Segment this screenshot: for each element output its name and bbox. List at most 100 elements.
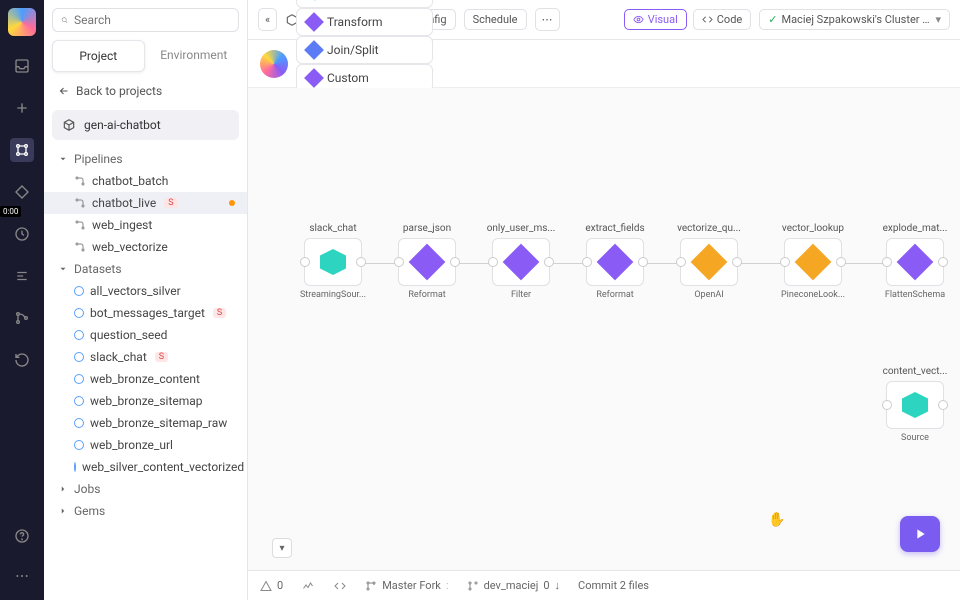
node[interactable]: parse_jsonReformat — [382, 223, 472, 300]
node-box[interactable] — [304, 238, 362, 286]
back-to-projects[interactable]: Back to projects — [44, 72, 247, 110]
arrow-left-icon — [58, 85, 70, 97]
group-pipelines[interactable]: Pipelines — [44, 148, 247, 170]
warning-icon — [260, 580, 272, 592]
schedule-button[interactable]: Schedule — [464, 9, 527, 30]
branch-dev[interactable]: dev_maciej 0 ↓ — [467, 579, 560, 592]
node-title: parse_json — [403, 223, 451, 234]
dataset-icon — [74, 396, 84, 406]
dataset-item[interactable]: web_bronze_url — [44, 434, 247, 456]
rail-pipeline-icon[interactable] — [10, 138, 34, 162]
node-title: only_user_ms... — [487, 223, 556, 234]
dataset-item[interactable]: web_silver_content_vectorized — [44, 456, 247, 478]
pipeline-icon — [74, 197, 86, 209]
pipeline-item[interactable]: web_vectorize — [44, 236, 247, 258]
branch-main[interactable]: Master Fork : — [365, 579, 448, 592]
badge: S — [213, 308, 226, 318]
tool-join-split[interactable]: Join/Split — [296, 36, 433, 64]
node[interactable]: only_user_ms...Filter — [476, 223, 566, 300]
eye-icon — [633, 14, 644, 25]
rail-text-icon[interactable] — [10, 264, 34, 288]
warnings[interactable]: 0 — [260, 579, 283, 592]
node-type: StreamingSour... — [300, 290, 366, 300]
diamond-icon — [304, 12, 324, 32]
node[interactable]: slack_chat StreamingSour... — [288, 223, 378, 300]
rail-help-icon[interactable] — [10, 524, 34, 548]
dataset-item[interactable]: web_bronze_sitemap — [44, 390, 247, 412]
rail-more-icon[interactable] — [10, 564, 34, 588]
node-box[interactable] — [784, 238, 842, 286]
dataset-item[interactable]: bot_messages_targetS — [44, 302, 247, 324]
diamond-icon — [691, 244, 728, 281]
app-logo[interactable] — [8, 8, 36, 36]
pipeline-item[interactable]: web_ingest — [44, 214, 247, 236]
group-gems[interactable]: Gems — [44, 500, 247, 522]
pipelines-label: Pipelines — [74, 152, 123, 166]
pipeline-item[interactable]: chatbot_batch — [44, 170, 247, 192]
metrics-icon[interactable] — [301, 580, 315, 592]
visual-toggle[interactable]: Visual — [624, 9, 687, 30]
code-toggle[interactable]: Code — [693, 9, 751, 30]
node[interactable]: explode_mat...FlattenSchema — [870, 223, 960, 300]
terminal-icon[interactable] — [333, 580, 347, 592]
search-input[interactable] — [74, 13, 230, 27]
rail-diamond-icon[interactable] — [10, 180, 34, 204]
chevron-down-icon — [58, 154, 68, 164]
tool-source-target[interactable]: Source/Target — [296, 0, 433, 8]
dataset-item[interactable]: question_seed — [44, 324, 247, 346]
dataset-item[interactable]: web_bronze_sitemap_raw — [44, 412, 247, 434]
rail-clock-icon[interactable] — [10, 222, 34, 246]
item-label: all_vectors_silver — [90, 284, 181, 298]
panel-toggle[interactable]: ▾ — [272, 538, 292, 558]
jobs-label: Jobs — [74, 482, 100, 496]
node-box[interactable] — [398, 238, 456, 286]
badge: S — [164, 198, 177, 208]
node-title: slack_chat — [309, 223, 356, 234]
group-jobs[interactable]: Jobs — [44, 478, 247, 500]
rail-inbox-icon[interactable] — [10, 54, 34, 78]
collapse-button[interactable]: « — [258, 8, 277, 31]
node[interactable]: vector_lookupPineconeLook... — [768, 223, 858, 300]
node-box[interactable] — [586, 238, 644, 286]
run-button[interactable] — [900, 516, 940, 552]
dataset-icon — [74, 440, 84, 450]
dataset-icon — [74, 462, 76, 472]
cluster-selector[interactable]: ✓ Maciej Szpakowski's Cluster (… ▾ — [759, 9, 950, 30]
group-datasets[interactable]: Datasets — [44, 258, 247, 280]
rail-add-icon[interactable] — [10, 96, 34, 120]
sidebar: Project Environment Back to projects gen… — [44, 0, 248, 600]
item-label: web_silver_content_vectorized — [82, 460, 244, 474]
search-box[interactable] — [52, 8, 239, 32]
node-title: explode_mat... — [883, 223, 948, 234]
dataset-item[interactable]: web_bronze_content — [44, 368, 247, 390]
chevron-down-icon — [58, 264, 68, 274]
commit-button[interactable]: Commit 2 files — [578, 579, 649, 592]
dataset-item[interactable]: slack_chatS — [44, 346, 247, 368]
node-title: extract_fields — [585, 223, 644, 234]
dataset-item[interactable]: all_vectors_silver — [44, 280, 247, 302]
node-box[interactable] — [680, 238, 738, 286]
tab-environment[interactable]: Environment — [149, 40, 240, 72]
rail-branch-icon[interactable] — [10, 306, 34, 330]
play-icon — [912, 526, 928, 542]
tool-transform[interactable]: Transform — [296, 8, 433, 36]
node-box[interactable] — [886, 381, 944, 429]
download-icon: ↓ — [555, 579, 561, 592]
pipeline-item[interactable]: chatbot_liveS — [44, 192, 247, 214]
item-label: web_vectorize — [92, 240, 168, 254]
more-button[interactable]: ⋯ — [535, 8, 560, 31]
node[interactable]: extract_fieldsReformat — [570, 223, 660, 300]
view-toggle: Visual Code — [624, 9, 752, 30]
rail-history-icon[interactable] — [10, 348, 34, 372]
node-title: vector_lookup — [782, 223, 844, 234]
node-box[interactable] — [492, 238, 550, 286]
node-box[interactable] — [886, 238, 944, 286]
node[interactable]: content_vect...Source — [870, 366, 960, 443]
tab-project[interactable]: Project — [52, 40, 145, 72]
dataset-icon — [74, 330, 84, 340]
chevron-down-icon: ▾ — [935, 13, 941, 26]
node[interactable]: vectorize_qu...OpenAI — [664, 223, 754, 300]
toolbar-logo[interactable] — [260, 50, 288, 78]
project-chip[interactable]: gen-ai-chatbot — [52, 110, 239, 140]
canvas[interactable]: slack_chat StreamingSour... parse_jsonRefo… — [248, 88, 960, 570]
